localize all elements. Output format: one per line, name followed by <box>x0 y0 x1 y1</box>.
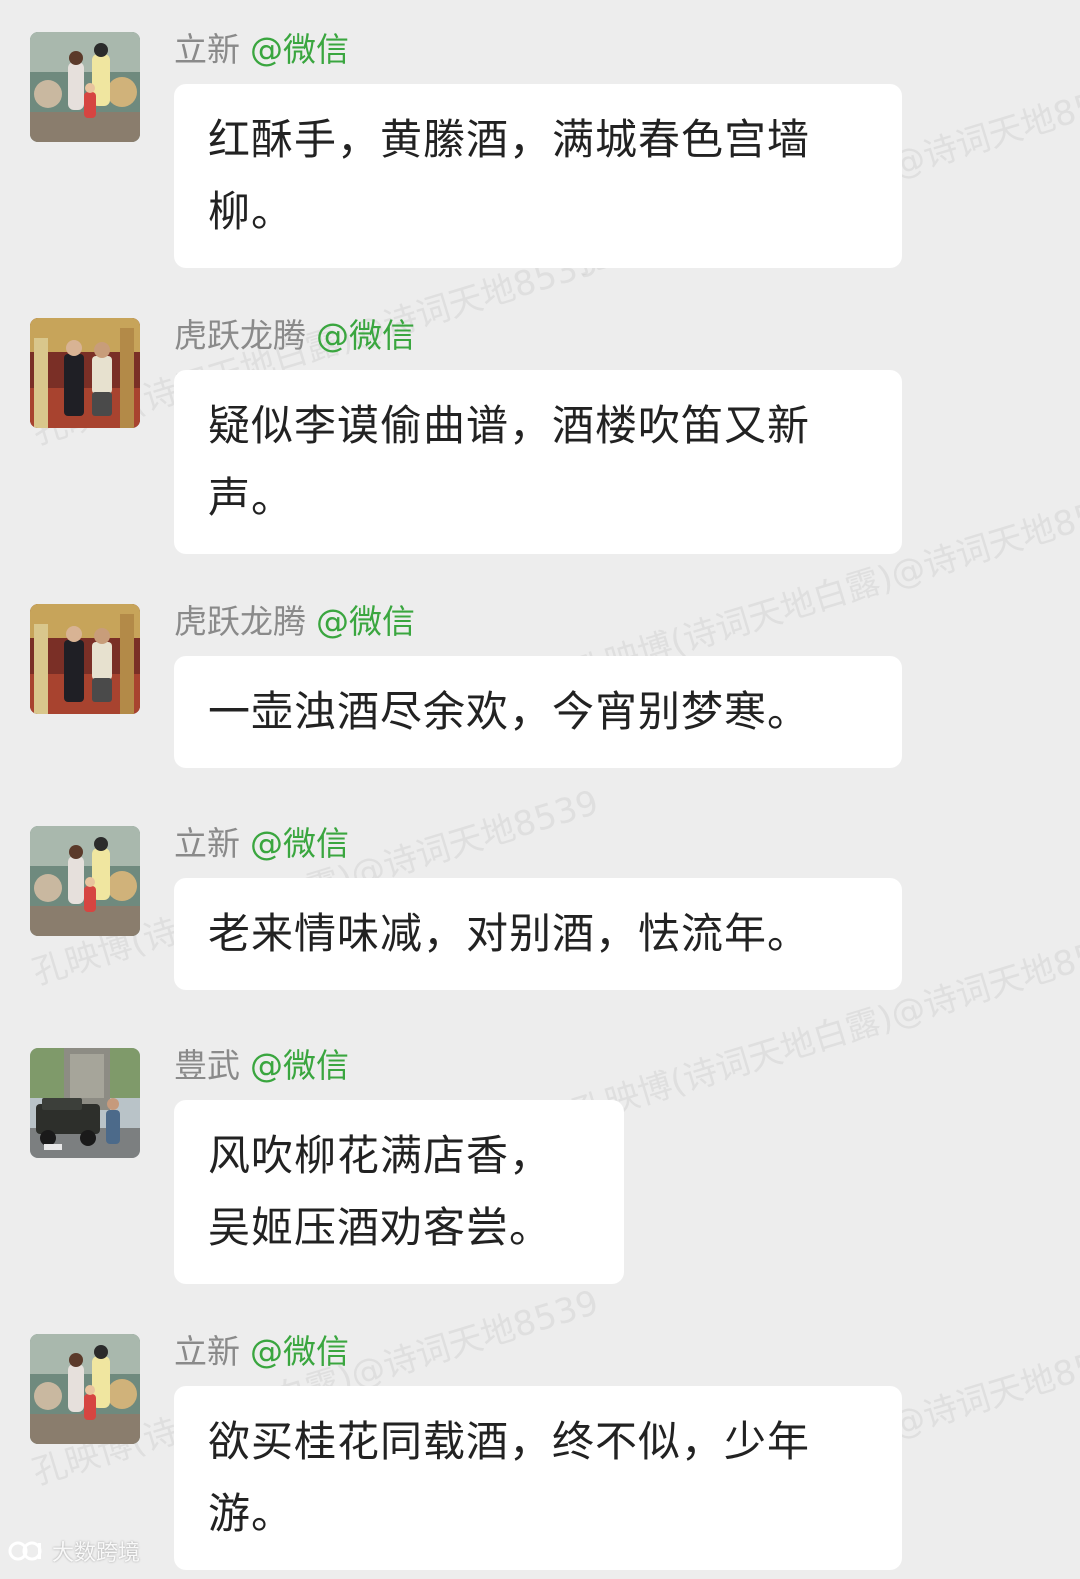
sender-name: 立新 <box>174 30 240 69</box>
message-text-line: 声。 <box>208 473 295 522</box>
avatar[interactable] <box>30 1334 140 1444</box>
message-bubble[interactable]: 一壶浊酒尽余欢，今宵别梦寒。 <box>174 656 902 768</box>
source-tag: @微信 <box>250 30 349 69</box>
sender-name: 立新 <box>174 824 240 863</box>
sender-line: 立新 @微信 <box>174 824 349 864</box>
message-bubble[interactable]: 欲买桂花同载酒，终不似，少年 游。 <box>174 1386 902 1570</box>
message-bubble[interactable]: 风吹柳花满店香， 吴姬压酒劝客尝。 <box>174 1100 624 1284</box>
message-text-line: 风吹柳花满店香， <box>208 1131 553 1180</box>
sender-name: 豊武 <box>174 1046 240 1085</box>
avatar[interactable] <box>30 318 140 428</box>
message-text-line: 疑似李谟偷曲谱，酒楼吹笛又新 <box>208 401 811 450</box>
avatar[interactable] <box>30 604 140 714</box>
message-text-line: 柳。 <box>208 187 295 236</box>
corner-logo: 大数跨境 <box>8 1534 140 1568</box>
avatar-photo-jeep-icon <box>30 1048 140 1158</box>
corner-logo-text: 大数跨境 <box>52 1541 141 1566</box>
source-tag: @微信 <box>250 1046 349 1085</box>
sender-line: 立新 @微信 <box>174 1332 349 1372</box>
sender-name: 立新 <box>174 1332 240 1371</box>
sender-line: 虎跃龙腾 @微信 <box>174 316 415 356</box>
message-text-line: 红酥手，黄縢酒，满城春色宫墙 <box>208 115 811 164</box>
sender-line: 立新 @微信 <box>174 30 349 70</box>
avatar[interactable] <box>30 826 140 936</box>
message-bubble[interactable]: 红酥手，黄縢酒，满城春色宫墙 柳。 <box>174 84 902 268</box>
avatar-photo-family-icon <box>30 32 140 142</box>
avatar-photo-family-icon <box>30 1334 140 1444</box>
avatar-photo-two-men-icon <box>30 318 140 428</box>
message-text-line: 老来情味减，对别酒，怯流年。 <box>208 909 811 958</box>
logo-mark-icon <box>8 1541 42 1561</box>
sender-line: 虎跃龙腾 @微信 <box>174 602 415 642</box>
sender-line: 豊武 @微信 <box>174 1046 349 1086</box>
message-text-line: 游。 <box>208 1489 295 1538</box>
source-tag: @微信 <box>316 316 415 355</box>
message-text-line: 吴姬压酒劝客尝。 <box>208 1203 553 1252</box>
chat-log: 孔映博(诗词天地白露)@诗词天地8539 孔映博(诗词天地白露)@诗词天地853… <box>0 0 1080 1579</box>
sender-name: 虎跃龙腾 <box>174 316 306 355</box>
message-text-line: 一壶浊酒尽余欢，今宵别梦寒。 <box>208 687 811 736</box>
source-tag: @微信 <box>250 1332 349 1371</box>
avatar-photo-two-men-icon <box>30 604 140 714</box>
message-bubble[interactable]: 疑似李谟偷曲谱，酒楼吹笛又新 声。 <box>174 370 902 554</box>
message-bubble[interactable]: 老来情味减，对别酒，怯流年。 <box>174 878 902 990</box>
avatar[interactable] <box>30 32 140 142</box>
source-tag: @微信 <box>316 602 415 641</box>
source-tag: @微信 <box>250 824 349 863</box>
message-text-line: 欲买桂花同载酒，终不似，少年 <box>208 1417 811 1466</box>
avatar[interactable] <box>30 1048 140 1158</box>
avatar-photo-family-icon <box>30 826 140 936</box>
sender-name: 虎跃龙腾 <box>174 602 306 641</box>
